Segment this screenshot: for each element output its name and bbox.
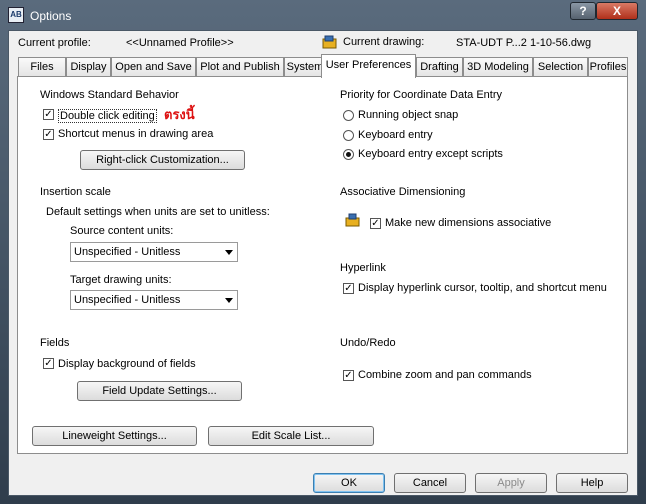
tab-selection[interactable]: Selection	[533, 57, 588, 77]
hyperlink-checkbox[interactable]: ✓	[343, 283, 354, 294]
fields-heading: Fields	[40, 337, 70, 349]
assoc-dim-heading: Associative Dimensioning	[340, 186, 466, 198]
title-bar[interactable]: AB Options ? X	[0, 0, 646, 30]
assoc-dim-label: Make new dimensions associative	[385, 217, 552, 229]
radio-running-object-snap[interactable]	[343, 110, 354, 121]
tab-plot-and-publish[interactable]: Plot and Publish	[196, 57, 284, 77]
shortcut-menus-label: Shortcut menus in drawing area	[58, 128, 214, 140]
current-profile-label: Current profile:	[18, 37, 91, 49]
keyboard-entry-label: Keyboard entry	[358, 129, 433, 141]
autocad-app-icon: AB	[8, 7, 24, 23]
tab-files[interactable]: Files	[18, 57, 66, 77]
target-units-value: Unspecified - Unitless	[74, 294, 181, 306]
combine-zoom-pan-checkbox[interactable]: ✓	[343, 370, 354, 381]
source-units-select[interactable]: Unspecified - Unitless	[70, 242, 238, 262]
display-background-label: Display background of fields	[58, 358, 196, 370]
display-background-checkbox[interactable]: ✓	[43, 358, 54, 369]
tab-3d-modeling[interactable]: 3D Modeling	[463, 57, 533, 77]
tab-open-and-save[interactable]: Open and Save	[111, 57, 196, 77]
tab-system[interactable]: System	[284, 57, 326, 77]
tab-user-preferences[interactable]: User Preferences	[321, 54, 416, 78]
target-units-label: Target drawing units:	[70, 274, 172, 286]
priority-heading: Priority for Coordinate Data Entry	[340, 89, 503, 101]
insertion-scale-heading: Insertion scale	[40, 186, 111, 198]
edit-scale-list-button[interactable]: Edit Scale List...	[208, 426, 374, 446]
cancel-button[interactable]: Cancel	[394, 473, 466, 493]
tab-display[interactable]: Display	[66, 57, 111, 77]
shortcut-menus-checkbox[interactable]: ✓	[43, 129, 54, 140]
windows-behavior-heading: Windows Standard Behavior	[40, 89, 179, 101]
radio-keyboard-entry[interactable]	[343, 130, 354, 141]
current-drawing-label: Current drawing:	[343, 36, 425, 48]
radio-keyboard-except-scripts[interactable]	[343, 149, 354, 160]
apply-button[interactable]: Apply	[475, 473, 547, 493]
ok-button[interactable]: OK	[313, 473, 385, 493]
keyboard-except-scripts-label: Keyboard entry except scripts	[358, 148, 503, 160]
source-units-value: Unspecified - Unitless	[74, 246, 181, 258]
field-update-settings-button[interactable]: Field Update Settings...	[77, 381, 242, 401]
options-window: AB Options ? X Current profile: <<Unname…	[0, 0, 646, 504]
chevron-down-icon	[225, 298, 233, 303]
running-object-snap-label: Running object snap	[358, 109, 459, 121]
hyperlink-label: Display hyperlink cursor, tooltip, and s…	[358, 282, 607, 294]
double-click-label: Double click editing	[58, 109, 157, 123]
target-units-select[interactable]: Unspecified - Unitless	[70, 290, 238, 310]
lineweight-settings-button[interactable]: Lineweight Settings...	[32, 426, 197, 446]
insertion-scale-description: Default settings when units are set to u…	[46, 206, 270, 218]
tab-drafting[interactable]: Drafting	[416, 57, 463, 77]
window-title: Options	[30, 9, 72, 23]
chevron-down-icon	[225, 250, 233, 255]
handwritten-annotation: ตรงนี้	[164, 107, 195, 122]
tab-profiles[interactable]: Profiles	[588, 57, 628, 77]
combine-zoom-pan-label: Combine zoom and pan commands	[358, 369, 532, 381]
double-click-checkbox[interactable]: ✓	[43, 109, 54, 120]
drawing-icon	[322, 35, 337, 49]
dimension-icon	[345, 213, 360, 227]
title-help-button[interactable]: ?	[570, 2, 596, 20]
undo-redo-heading: Undo/Redo	[340, 337, 396, 349]
current-profile-value: <<Unnamed Profile>>	[126, 37, 234, 49]
assoc-dim-checkbox[interactable]: ✓	[370, 218, 381, 229]
close-button[interactable]: X	[596, 2, 638, 20]
current-drawing-value: STA-UDT P...2 1-10-56.dwg	[456, 37, 592, 49]
right-click-customization-button[interactable]: Right-click Customization...	[80, 150, 245, 170]
help-button[interactable]: Help	[556, 473, 628, 493]
source-units-label: Source content units:	[70, 225, 174, 237]
hyperlink-heading: Hyperlink	[340, 262, 386, 274]
